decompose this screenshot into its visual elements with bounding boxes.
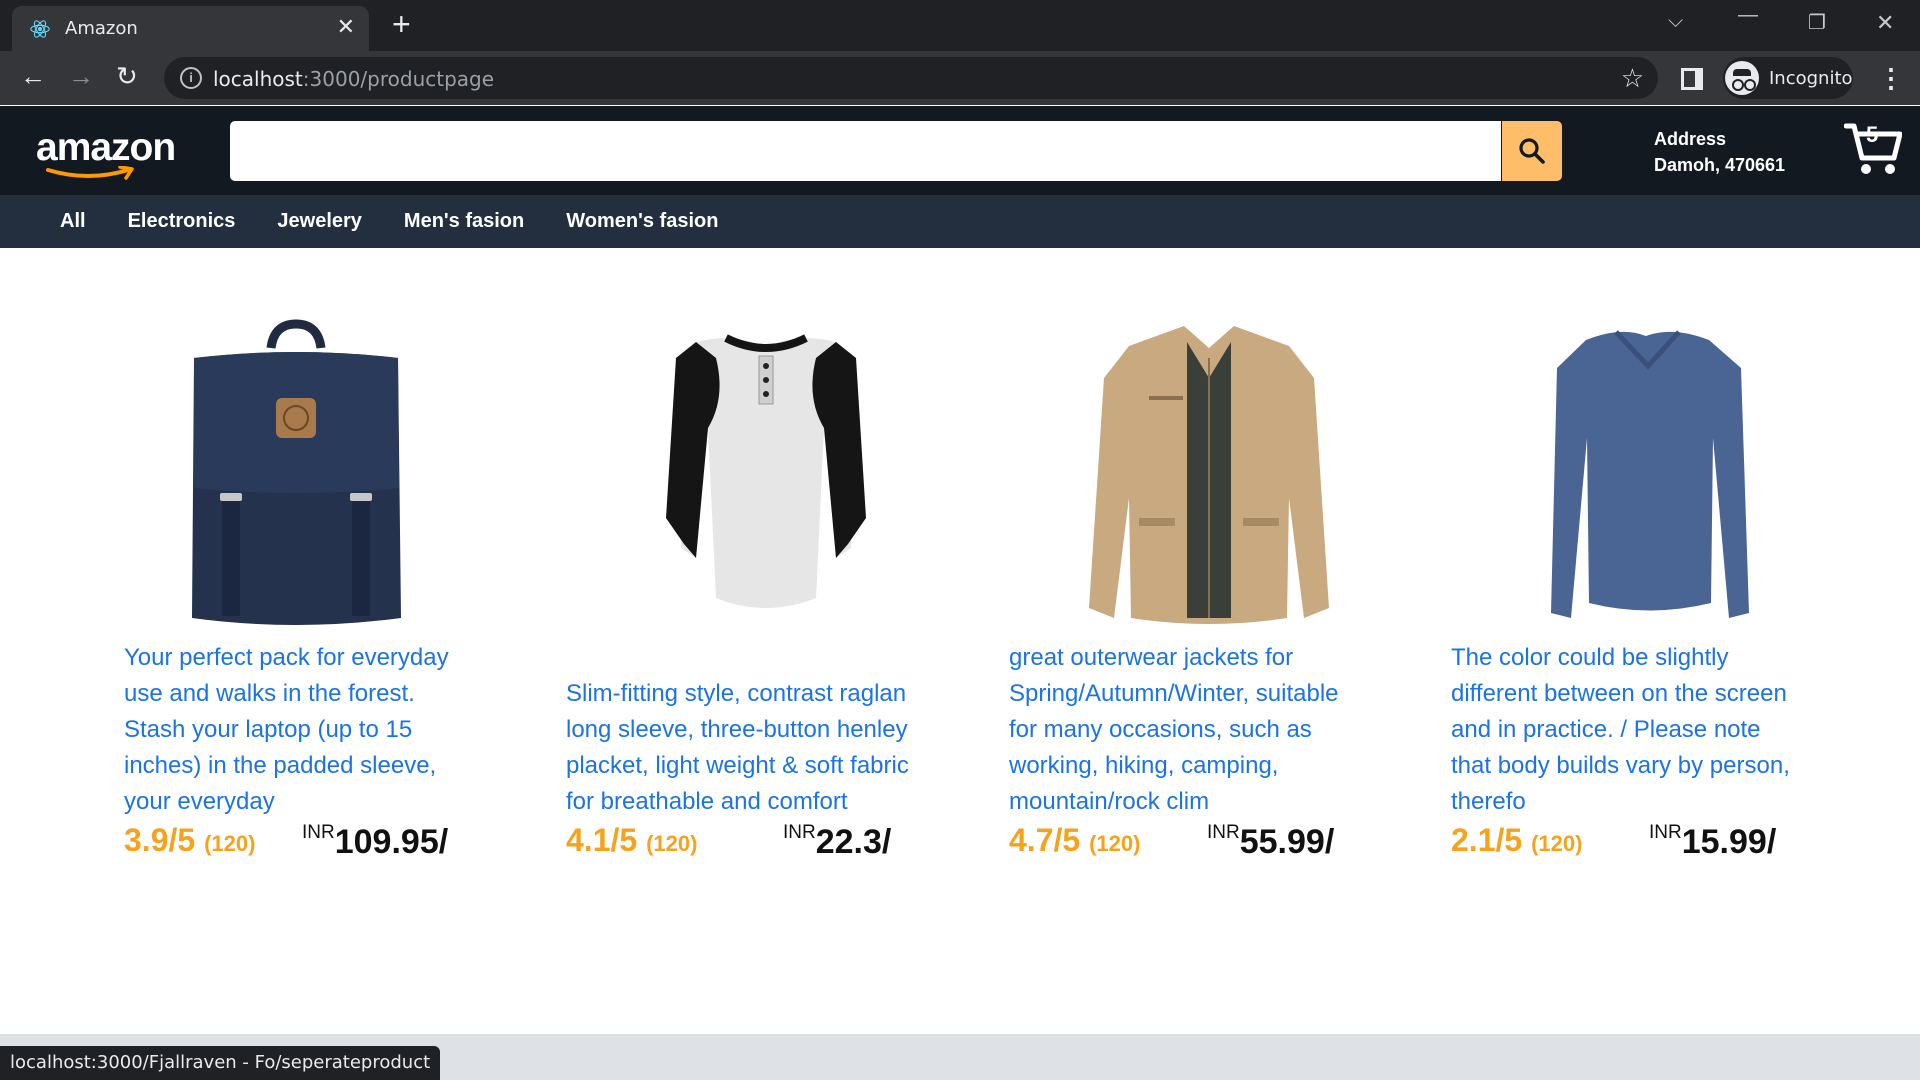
long-sleeve-shirt-image[interactable]	[1451, 318, 1851, 628]
product-description[interactable]: The color could be slightly different be…	[1451, 640, 1801, 820]
product-price: INR22.3/	[783, 822, 892, 861]
product-description[interactable]: great outerwear jackets for Spring/Autum…	[1009, 640, 1359, 820]
address-value: Damoh, 470661	[1654, 155, 1786, 175]
product-rating: 4.1/5 (120)	[566, 822, 698, 858]
cart-button[interactable]: 5	[1843, 120, 1903, 176]
search-button[interactable]	[1502, 121, 1562, 181]
browser-tab-strip: Amazon ✕ + ⌵ — ❐ ✕	[0, 0, 1920, 51]
close-tab-icon[interactable]: ✕	[337, 16, 355, 38]
product-rating: 3.9/5 (120)	[124, 822, 256, 858]
cart-count-badge: 5	[1866, 122, 1879, 147]
nav-item-jewelery[interactable]: Jewelery	[277, 210, 362, 233]
price-line: 3.9/5 (120) INR109.95/	[124, 818, 524, 868]
product-description[interactable]: Your perfect pack for everyday use and w…	[124, 640, 474, 820]
close-window-icon[interactable]: ✕	[1876, 10, 1894, 36]
amazon-logo[interactable]: amazon	[36, 126, 182, 180]
price-line: 2.1/5 (120) INR15.99/	[1451, 818, 1851, 868]
search-input[interactable]	[230, 121, 1501, 181]
nav-item-all[interactable]: All	[60, 210, 86, 233]
react-icon	[30, 19, 50, 38]
review-count: (120)	[204, 831, 256, 856]
product-description[interactable]: Slim-fitting style, contrast raglan long…	[566, 676, 916, 820]
review-count: (120)	[646, 831, 698, 856]
tab-search-chevron-icon[interactable]: ⌵	[1668, 10, 1683, 33]
product-rating: 4.7/5 (120)	[1009, 822, 1141, 858]
review-count: (120)	[1531, 831, 1583, 856]
price-line: 4.1/5 (120) INR22.3/	[566, 818, 966, 868]
url-text[interactable]: localhost:3000/productpage	[213, 67, 494, 91]
nav-item-mens-fashion[interactable]: Men's fasion	[404, 210, 524, 233]
tab-title: Amazon	[65, 18, 138, 39]
new-tab-icon[interactable]: +	[392, 8, 411, 40]
product-price: INR15.99/	[1649, 822, 1777, 861]
address-bar[interactable]: i localhost:3000/productpage ☆	[164, 57, 1658, 99]
browser-toolbar: ← → ↻ i localhost:3000/productpage ☆ Inc…	[0, 51, 1920, 105]
site-info-icon[interactable]: i	[180, 67, 202, 89]
side-panel-icon[interactable]	[1681, 68, 1703, 90]
product-price: INR109.95/	[302, 822, 449, 861]
nav-item-electronics[interactable]: Electronics	[128, 210, 236, 233]
browser-menu-icon[interactable]: ⋮	[1878, 61, 1904, 95]
incognito-icon	[1725, 61, 1759, 95]
minimize-icon[interactable]: —	[1738, 4, 1758, 27]
price-line: 4.7/5 (120) INR55.99/	[1009, 818, 1409, 868]
browser-tab-amazon[interactable]: Amazon ✕	[12, 6, 369, 51]
restore-icon[interactable]: ❐	[1808, 10, 1826, 35]
delivery-address[interactable]: Address Damoh, 470661	[1654, 126, 1785, 178]
category-nav: All Electronics Jewelery Men's fasion Wo…	[0, 195, 1920, 248]
incognito-profile-button[interactable]: Incognito	[1723, 57, 1853, 99]
profile-label: Incognito	[1769, 67, 1853, 89]
forward-arrow-icon[interactable]: →	[68, 63, 94, 89]
review-count: (120)	[1089, 831, 1141, 856]
site-header: amazon Address Damoh, 470661 5	[0, 106, 1920, 195]
search-icon	[1519, 138, 1545, 164]
backpack-image[interactable]	[124, 318, 524, 628]
tshirt-image[interactable]	[566, 318, 966, 628]
address-label: Address	[1654, 129, 1727, 149]
product-rating: 2.1/5 (120)	[1451, 822, 1583, 858]
nav-item-womens-fashion[interactable]: Women's fasion	[566, 210, 718, 233]
search-bar	[230, 121, 1501, 181]
hover-link-url: localhost:3000/Fjallraven - Fo/seperatep…	[0, 1046, 441, 1080]
bookmark-star-icon[interactable]: ☆	[1621, 63, 1644, 94]
reload-icon[interactable]: ↻	[116, 63, 138, 89]
status-bar: localhost:3000/Fjallraven - Fo/seperatep…	[0, 1034, 1920, 1080]
smile-arrow-icon	[46, 166, 134, 180]
jacket-image[interactable]	[1009, 318, 1409, 628]
product-price: INR55.99/	[1207, 822, 1335, 861]
back-arrow-icon[interactable]: ←	[20, 63, 46, 89]
